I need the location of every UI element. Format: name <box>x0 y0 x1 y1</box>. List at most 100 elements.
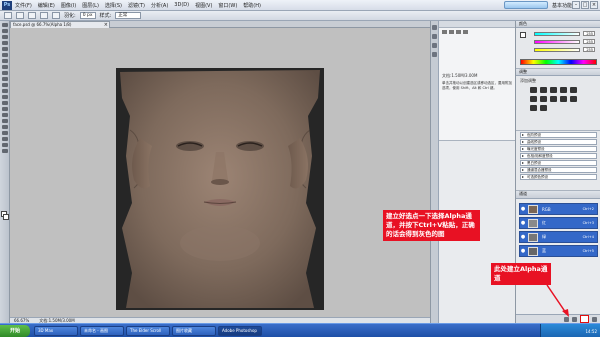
green-value[interactable]: 255 <box>583 39 595 44</box>
channel-row[interactable]: ● RGB Ctrl+2 <box>519 203 598 215</box>
background-color-swatch[interactable] <box>3 214 9 220</box>
visibility-eye-icon[interactable]: ● <box>520 206 526 212</box>
3d-rotate-tool-icon[interactable] <box>1 131 8 135</box>
dodge-tool-icon[interactable] <box>1 101 8 105</box>
menu-window[interactable]: 窗口(W) <box>218 2 237 9</box>
eyedropper-tool-icon[interactable] <box>1 53 8 57</box>
preset-item[interactable]: 曝光度预设 <box>520 146 597 152</box>
intersect-selection-icon[interactable] <box>52 12 60 19</box>
info-panel-tabs[interactable] <box>439 21 516 28</box>
history-brush-tool-icon[interactable] <box>1 77 8 81</box>
document-canvas[interactable] <box>116 68 324 310</box>
menu-select[interactable]: 选择(S) <box>105 2 122 9</box>
brush-panel-icon[interactable] <box>432 43 437 48</box>
menu-help[interactable]: 帮助(H) <box>243 2 261 9</box>
marquee-tool-icon[interactable] <box>4 12 12 19</box>
feather-input[interactable]: 0 px <box>79 12 96 19</box>
shape-tool-icon[interactable] <box>1 125 8 129</box>
crop-tool-icon[interactable] <box>1 47 8 51</box>
blur-tool-icon[interactable] <box>1 95 8 99</box>
menu-edit[interactable]: 编辑(E) <box>38 2 55 9</box>
taskbar-item[interactable]: 未命名 - 画图 <box>80 325 124 336</box>
style-select[interactable]: 正常 <box>115 12 142 19</box>
pen-tool-icon[interactable] <box>1 107 8 111</box>
menu-view[interactable]: 视图(V) <box>195 2 212 9</box>
brightness-icon[interactable] <box>530 87 537 93</box>
3d-camera-tool-icon[interactable] <box>1 137 8 141</box>
path-select-tool-icon[interactable] <box>1 119 8 123</box>
history-panel-icon[interactable] <box>432 25 437 30</box>
photo-filter-icon[interactable] <box>560 96 567 102</box>
menu-file[interactable]: 文件(F) <box>15 2 32 9</box>
color-panel-tab[interactable]: 颜色 <box>516 21 600 28</box>
taskbar-item-active[interactable]: Adobe Photoshop <box>218 325 262 336</box>
preset-item[interactable]: 黑白预设 <box>520 160 597 166</box>
visibility-eye-icon[interactable]: ● <box>520 220 526 226</box>
levels-icon[interactable] <box>540 87 547 93</box>
visibility-eye-icon[interactable]: ● <box>520 234 526 240</box>
start-button[interactable]: 开始 <box>0 324 30 337</box>
maximize-icon[interactable]: □ <box>581 1 589 9</box>
preset-item[interactable]: 色相/饱和度预设 <box>520 153 597 159</box>
exposure-icon[interactable] <box>560 87 567 93</box>
vibrance-icon[interactable] <box>570 87 577 93</box>
adjustments-tab[interactable]: 调整 <box>516 69 600 76</box>
color-balance-icon[interactable] <box>540 96 547 102</box>
channel-row[interactable]: ● 红 Ctrl+3 <box>519 217 598 229</box>
taskbar-item[interactable]: 3D Max <box>34 325 78 336</box>
blue-slider[interactable] <box>534 48 580 52</box>
black-white-icon[interactable] <box>550 96 557 102</box>
preset-item[interactable]: 曲线预设 <box>520 139 597 145</box>
green-slider[interactable] <box>534 40 580 44</box>
blue-value[interactable]: 255 <box>583 47 595 52</box>
add-selection-icon[interactable] <box>28 12 36 19</box>
visibility-eye-icon[interactable]: ● <box>520 248 526 254</box>
clone-stamp-tool-icon[interactable] <box>1 71 8 75</box>
channel-row[interactable]: ● 蓝 Ctrl+5 <box>519 245 598 257</box>
workspace-pill[interactable] <box>503 1 548 9</box>
subtract-selection-icon[interactable] <box>40 12 48 19</box>
preset-item[interactable]: 色阶预设 <box>520 132 597 138</box>
posterize-icon[interactable] <box>540 105 547 111</box>
document-tab[interactable]: face.psd @ 66.7%(Alpha 1/8) × <box>10 21 110 28</box>
move-tool-icon[interactable] <box>1 23 8 27</box>
brush-tool-icon[interactable] <box>1 65 8 69</box>
channels-tab[interactable]: 通道 <box>516 191 600 199</box>
minimize-icon[interactable]: – <box>572 1 580 9</box>
taskbar-item[interactable]: The Elder Scroll <box>126 325 170 336</box>
invert-icon[interactable] <box>530 105 537 111</box>
marquee-tool-icon[interactable] <box>1 29 8 33</box>
healing-tool-icon[interactable] <box>1 59 8 63</box>
workspace-label[interactable]: 基本功能 <box>552 2 572 9</box>
delete-channel-icon[interactable] <box>592 316 597 322</box>
lasso-tool-icon[interactable] <box>1 35 8 39</box>
eraser-tool-icon[interactable] <box>1 83 8 87</box>
taskbar-item[interactable]: 图片收藏 <box>172 325 216 336</box>
gradient-tool-icon[interactable] <box>1 89 8 93</box>
zoom-tool-icon[interactable] <box>1 149 8 153</box>
hue-saturation-icon[interactable] <box>530 96 537 102</box>
red-slider[interactable] <box>534 32 580 36</box>
new-selection-icon[interactable] <box>16 12 24 19</box>
preset-item[interactable]: 可选颜色预设 <box>520 174 597 180</box>
new-channel-button[interactable] <box>580 315 589 323</box>
hand-tool-icon[interactable] <box>1 143 8 147</box>
channel-row[interactable]: ● 绿 Ctrl+4 <box>519 231 598 243</box>
type-tool-icon[interactable] <box>1 113 8 117</box>
color-swatch[interactable] <box>520 32 526 38</box>
color-spectrum[interactable] <box>520 59 597 65</box>
menu-analysis[interactable]: 分析(A) <box>151 2 168 9</box>
channel-mixer-icon[interactable] <box>570 96 577 102</box>
menu-layer[interactable]: 图层(L) <box>82 2 99 9</box>
clone-source-panel-icon[interactable] <box>432 52 437 57</box>
canvas-area[interactable] <box>10 28 430 317</box>
curves-icon[interactable] <box>550 87 557 93</box>
menu-filter[interactable]: 滤镜(T) <box>128 2 145 9</box>
actions-panel-icon[interactable] <box>432 34 437 39</box>
menu-3d[interactable]: 3D(D) <box>174 2 189 9</box>
close-icon[interactable]: × <box>590 1 598 9</box>
clock[interactable]: 14:52 <box>585 329 597 334</box>
preset-item[interactable]: 通道混合器预设 <box>520 167 597 173</box>
menu-image[interactable]: 图像(I) <box>61 2 76 9</box>
red-value[interactable]: 255 <box>583 31 595 36</box>
